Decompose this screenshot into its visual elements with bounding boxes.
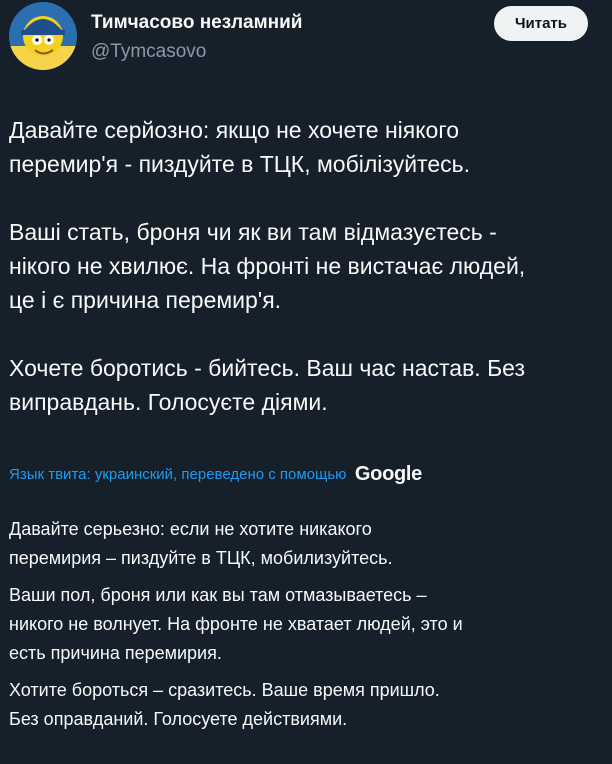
translation-label[interactable]: Язык твита: украинский, переведено с пом… xyxy=(9,466,346,483)
translated-paragraph: Хотите бороться – сразитесь. Ваше время … xyxy=(9,676,609,734)
translated-line: Давайте серьезно: если не хотите никаког… xyxy=(9,519,372,539)
tweet-line: перемир'я - пиздуйте в ТЦК, мобілізуйтес… xyxy=(9,151,470,177)
translated-line: Ваши пол, броня или как вы там отмазывае… xyxy=(9,585,427,605)
translated-paragraph: Давайте серьезно: если не хотите никаког… xyxy=(9,515,609,573)
author-name[interactable]: Тимчасово незламний xyxy=(91,12,302,34)
tweet-text-translated: Давайте серьезно: если не хотите никаког… xyxy=(9,515,609,742)
tweet-header: Тимчасово незламний @Tymcasovo Читать xyxy=(0,0,612,80)
tweet-paragraph: Давайте серйозно: якщо не хочете ніякого… xyxy=(9,113,609,181)
tweet-line: нікого не хвилює. На фронті не вистачає … xyxy=(9,253,526,279)
translated-line: есть причина перемирия. xyxy=(9,643,222,663)
translated-line: Хотите бороться – сразитесь. Ваше время … xyxy=(9,680,440,700)
tweet-paragraph: Ваші стать, броня чи як ви там відмазуєт… xyxy=(9,215,609,317)
follow-button[interactable]: Читать xyxy=(494,6,588,41)
google-logo: Google xyxy=(354,463,422,485)
cartoon-avatar-icon xyxy=(9,2,77,70)
tweet-line: Давайте серйозно: якщо не хочете ніякого xyxy=(9,117,460,143)
avatar[interactable] xyxy=(9,2,77,70)
tweet-line: це і є причина перемир'я. xyxy=(9,287,282,313)
translated-line: перемирия – пиздуйте в ТЦК, мобилизуйтес… xyxy=(9,548,393,568)
translated-line: никого не волнует. На фронте не хватает … xyxy=(9,614,463,634)
author-handle[interactable]: @Tymcasovo xyxy=(91,41,206,63)
tweet-line: Ваші стать, броня чи як ви там відмазуєт… xyxy=(9,219,497,245)
translation-notice: Язык твита: украинский, переведено с пом… xyxy=(9,463,609,486)
tweet-paragraph: Хочете боротись - бийтесь. Ваш час наста… xyxy=(9,351,609,419)
tweet-text-original: Давайте серйозно: якщо не хочете ніякого… xyxy=(9,113,609,419)
tweet-line: виправдань. Голосуєте діями. xyxy=(9,389,328,415)
translated-paragraph: Ваши пол, броня или как вы там отмазывае… xyxy=(9,581,609,668)
tweet-line: Хочете боротись - бийтесь. Ваш час наста… xyxy=(9,355,526,381)
translated-line: Без оправданий. Голосуете действиями. xyxy=(9,709,348,729)
